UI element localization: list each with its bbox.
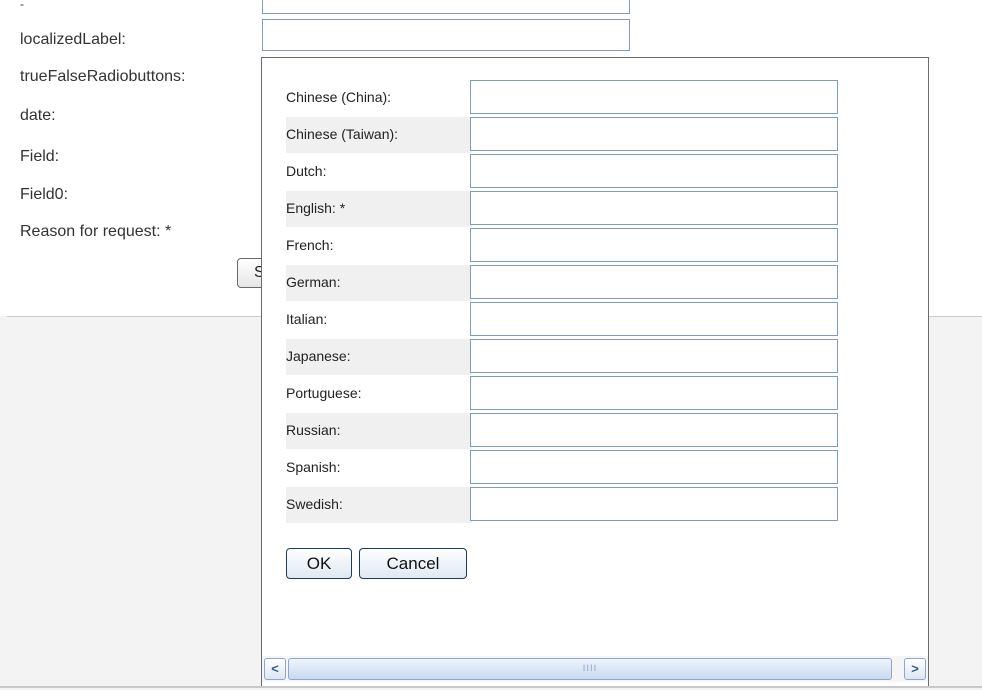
language-row-portuguese: Portuguese: — [286, 376, 472, 412]
date-label: date: — [20, 107, 56, 124]
chinese-taiwan-label: Chinese (Taiwan): — [286, 126, 399, 142]
english-label: English: * — [286, 200, 346, 216]
english-input[interactable] — [470, 191, 838, 225]
reason-for-request-label: Reason for request: * — [20, 223, 172, 240]
true-false-radiobuttons-label: trueFalseRadiobuttons: — [20, 68, 186, 85]
language-row-chinese-taiwan: Chinese (Taiwan): — [286, 117, 472, 153]
localized-label-input[interactable] — [262, 19, 630, 51]
field-label: Field: — [20, 148, 60, 165]
cancel-button[interactable]: Cancel — [359, 548, 467, 579]
language-row-french: French: — [286, 228, 472, 264]
german-input[interactable] — [470, 265, 838, 299]
scrollbar-thumb[interactable]: IIII — [288, 658, 892, 680]
localized-label-label: localizedLabel: — [20, 31, 126, 48]
bottom-edge-line — [0, 686, 982, 688]
russian-input[interactable] — [470, 413, 838, 447]
spanish-input[interactable] — [470, 450, 838, 484]
french-label: French: — [286, 237, 334, 253]
language-row-chinese-china: Chinese (China): — [286, 80, 472, 116]
portuguese-input[interactable] — [470, 376, 838, 410]
top-dash-text: - — [20, 0, 24, 11]
language-row-spanish: Spanish: — [286, 450, 472, 486]
japanese-input[interactable] — [470, 339, 838, 373]
portuguese-label: Portuguese: — [286, 385, 362, 401]
spanish-label: Spanish: — [286, 459, 341, 475]
swedish-label: Swedish: — [286, 496, 343, 512]
language-row-dutch: Dutch: — [286, 154, 472, 190]
language-row-german: German: — [286, 265, 472, 301]
chinese-china-input[interactable] — [470, 80, 838, 114]
scroll-left-arrow-icon[interactable]: < — [264, 658, 286, 680]
german-label: German: — [286, 274, 341, 290]
dutch-label: Dutch: — [286, 163, 327, 179]
top-field-input[interactable] — [262, 0, 630, 14]
swedish-input[interactable] — [470, 487, 838, 521]
chinese-china-label: Chinese (China): — [286, 89, 392, 105]
horizontal-scrollbar[interactable]: < IIII > — [262, 656, 928, 682]
field0-label: Field0: — [20, 186, 69, 203]
japanese-label: Japanese: — [286, 348, 351, 364]
dutch-input[interactable] — [470, 154, 838, 188]
ok-button[interactable]: OK — [286, 548, 352, 579]
chinese-taiwan-input[interactable] — [470, 117, 838, 151]
language-row-russian: Russian: — [286, 413, 472, 449]
localization-dialog: Chinese (China): Chinese (Taiwan): Dutch… — [261, 57, 929, 687]
language-row-italian: Italian: — [286, 302, 472, 338]
russian-label: Russian: — [286, 422, 341, 438]
italian-label: Italian: — [286, 311, 328, 327]
french-input[interactable] — [470, 228, 838, 262]
italian-input[interactable] — [470, 302, 838, 336]
language-row-english: English: * — [286, 191, 472, 227]
language-row-swedish: Swedish: — [286, 487, 472, 523]
scroll-right-arrow-icon[interactable]: > — [904, 658, 926, 680]
scrollbar-grip-icon: IIII — [582, 664, 598, 674]
language-row-japanese: Japanese: — [286, 339, 472, 375]
